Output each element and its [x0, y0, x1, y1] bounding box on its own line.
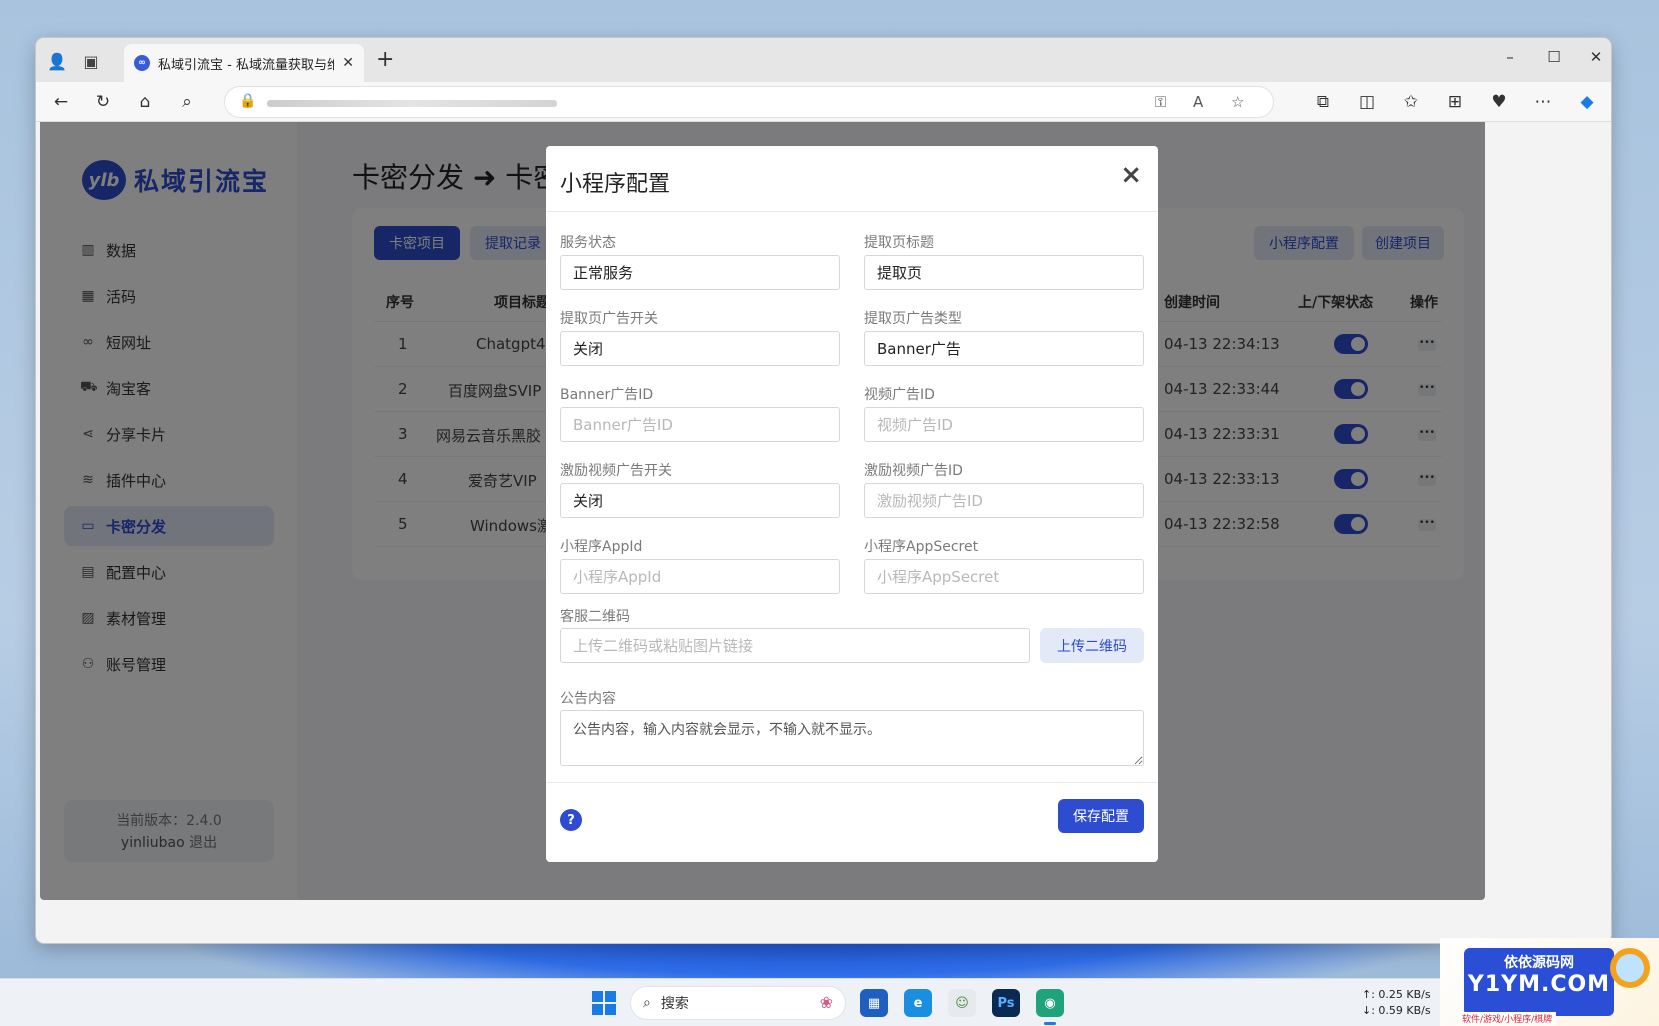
profile-icon[interactable]: 👤 [46, 50, 68, 72]
read-aloud-icon[interactable]: A [1193, 93, 1203, 111]
magnifier-icon [1610, 948, 1650, 988]
network-speed: ↑: 0.25 KB/s ↓: 0.59 KB/s [1362, 987, 1431, 1019]
address-bar[interactable]: 🔒 ⚿ A ☆ [224, 86, 1274, 118]
ylb-favicon-icon: ∞ [134, 55, 150, 71]
tab-actions-icon[interactable]: ▣ [80, 50, 102, 72]
extensions-icon[interactable]: ⧉ [1312, 91, 1334, 113]
modal-header: 小程序配置 × [546, 146, 1158, 212]
watermark-sub: 软件/游戏/小程序/棋牌 [1458, 1012, 1557, 1025]
reward-id-label: 激励视频广告ID [864, 463, 963, 479]
search-highlight-icon: ❀ [819, 993, 833, 1012]
qrcode-label: 客服二维码 [560, 609, 630, 625]
more-menu-icon[interactable]: ⋯ [1532, 91, 1554, 113]
taskbar: ⌕ 搜索 ❀ ▦ e ☺ Ps ◉ ↑: 0.25 KB/s ↓: 0.59 K… [0, 978, 1659, 1026]
tab-title: 私域引流宝 - 私域流量获取与维护 [158, 57, 335, 73]
new-tab-icon[interactable]: + [376, 49, 394, 71]
service-status-select[interactable] [560, 255, 840, 290]
modal-footer: ? 保存配置 [546, 782, 1158, 862]
modal-title: 小程序配置 [560, 172, 671, 197]
reward-switch-label: 激励视频广告开关 [560, 463, 672, 479]
taskbar-search[interactable]: ⌕ 搜索 ❀ [630, 986, 846, 1020]
watermark-top: 依依源码网 [1504, 955, 1574, 971]
help-icon[interactable]: ? [560, 809, 582, 831]
service-status-label: 服务状态 [560, 235, 616, 251]
page-viewport: ylb 私域引流宝 ▥数据 ▦活码 ∞短网址 ⛟淘宝客 ⋖分享卡片 ≋插件中心 … [40, 122, 1485, 900]
ad-switch-label: 提取页广告开关 [560, 311, 658, 327]
reward-switch-select[interactable] [560, 483, 840, 518]
reload-icon[interactable]: ↻ [92, 91, 114, 113]
back-icon[interactable]: ← [50, 91, 72, 113]
page-title-label: 提取页标题 [864, 235, 934, 251]
net-down: ↓: 0.59 KB/s [1362, 1004, 1431, 1017]
ad-type-label: 提取页广告类型 [864, 311, 962, 327]
video-id-input[interactable] [864, 407, 1144, 442]
ad-type-select[interactable] [864, 331, 1144, 366]
close-icon[interactable]: × [1120, 160, 1142, 190]
banner-id-input[interactable] [560, 407, 840, 442]
browser-toolbar: ← ↻ ⌂ ⌕ 🔒 ⚿ A ☆ ⧉ ◫ ✩ ⊞ ♥ ⋯ ◆ [36, 82, 1611, 122]
watermark: 依依源码网 Y1YM.COM 软件/游戏/小程序/棋牌 [1440, 938, 1659, 1026]
save-config-button[interactable]: 保存配置 [1058, 799, 1144, 833]
collections-icon[interactable]: ⊞ [1444, 91, 1466, 113]
tab-strip: 👤 ▣ ∞ 私域引流宝 - 私域流量获取与维护 ✕ + – ☐ ✕ [36, 38, 1611, 82]
search-icon[interactable]: ⌕ [176, 91, 198, 113]
browser-tab[interactable]: ∞ 私域引流宝 - 私域流量获取与维护 ✕ [124, 44, 364, 82]
lock-icon: 🔒 [239, 93, 257, 109]
favorites-icon[interactable]: ✩ [1400, 91, 1422, 113]
performance-icon[interactable]: ♥ [1488, 91, 1510, 113]
wechat-icon[interactable]: ☺ [948, 989, 976, 1017]
notice-textarea[interactable] [560, 710, 1144, 766]
upload-qrcode-button[interactable]: 上传二维码 [1040, 628, 1144, 663]
qrcode-input[interactable] [560, 628, 1030, 663]
copilot-icon[interactable]: ◆ [1576, 91, 1598, 113]
ie-icon[interactable]: e [904, 989, 932, 1017]
key-icon[interactable]: ⚿ [1155, 93, 1166, 111]
net-up: ↑: 0.25 KB/s [1362, 988, 1431, 1001]
notice-label: 公告内容 [560, 691, 616, 707]
start-icon[interactable] [592, 991, 616, 1015]
banner-id-label: Banner广告ID [560, 387, 654, 403]
video-id-label: 视频广告ID [864, 387, 935, 403]
blurred-url [267, 100, 557, 107]
edge-icon[interactable]: ◉ [1036, 989, 1064, 1025]
appsecret-input[interactable] [864, 559, 1144, 594]
ad-switch-select[interactable] [560, 331, 840, 366]
watermark-badge: 依依源码网 Y1YM.COM [1464, 948, 1614, 1016]
taskbar-search-label: 搜索 [660, 996, 689, 1012]
photoshop-icon[interactable]: Ps [992, 989, 1020, 1017]
store-icon[interactable]: ▦ [860, 989, 888, 1017]
appid-input[interactable] [560, 559, 840, 594]
page-title-input[interactable] [864, 255, 1144, 290]
watermark-main: Y1YM.COM [1467, 972, 1611, 997]
favorite-star-icon[interactable]: ☆ [1231, 93, 1244, 111]
home-icon[interactable]: ⌂ [134, 91, 156, 113]
browser-window: 👤 ▣ ∞ 私域引流宝 - 私域流量获取与维护 ✕ + – ☐ ✕ ← ↻ ⌂ … [36, 38, 1611, 943]
window-close-icon[interactable]: ✕ [1586, 48, 1606, 66]
search-icon: ⌕ [643, 995, 651, 1011]
tab-close-icon[interactable]: ✕ [342, 55, 354, 71]
reward-id-input[interactable] [864, 483, 1144, 518]
appsecret-label: 小程序AppSecret [864, 539, 979, 555]
minimize-icon[interactable]: – [1500, 48, 1520, 66]
miniprogram-config-modal: 小程序配置 × 服务状态 提取页标题 提取页广告开关 提取页广告类型 Banne… [546, 146, 1158, 862]
maximize-icon[interactable]: ☐ [1544, 48, 1564, 66]
split-screen-icon[interactable]: ◫ [1356, 91, 1378, 113]
appid-label: 小程序AppId [560, 539, 643, 555]
